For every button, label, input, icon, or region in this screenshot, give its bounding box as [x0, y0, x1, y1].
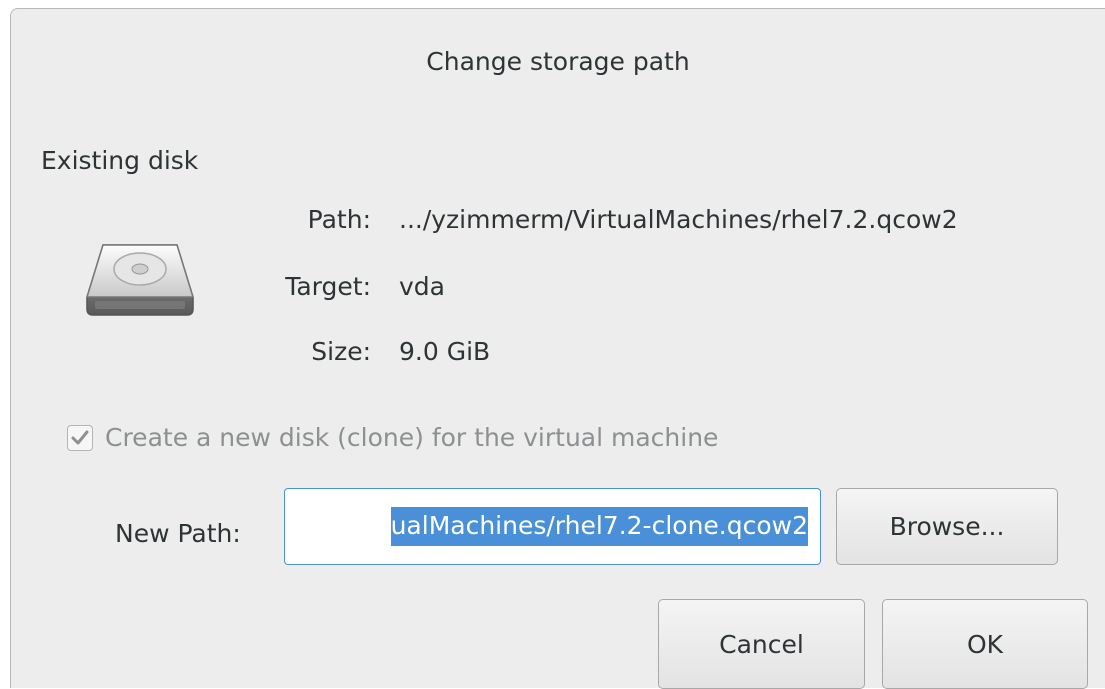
- clone-checkbox-label: Create a new disk (clone) for the virtua…: [105, 423, 719, 452]
- hard-disk-icon: [85, 244, 195, 316]
- existing-disk-heading: Existing disk: [41, 146, 199, 175]
- browse-button[interactable]: Browse...: [836, 488, 1058, 565]
- ok-button[interactable]: OK: [882, 599, 1088, 689]
- cancel-button[interactable]: Cancel: [658, 599, 865, 689]
- target-label: Target:: [285, 272, 371, 301]
- path-value: .../yzimmerm/VirtualMachines/rhel7.2.qco…: [399, 205, 958, 234]
- clone-option[interactable]: Create a new disk (clone) for the virtua…: [67, 423, 718, 452]
- path-label: Path:: [307, 205, 371, 234]
- change-storage-path-dialog: Change storage path Existing disk Path: …: [10, 8, 1105, 689]
- size-label: Size:: [311, 337, 371, 366]
- new-path-label: New Path:: [115, 519, 241, 548]
- dialog-title: Change storage path: [426, 46, 690, 76]
- size-value: 9.0 GiB: [399, 337, 491, 366]
- clone-checkbox[interactable]: [67, 424, 93, 451]
- target-value: vda: [399, 272, 445, 301]
- new-path-selected-text: ualMachines/rhel7.2-clone.qcow2: [390, 507, 808, 546]
- checkmark-icon: [71, 430, 89, 444]
- new-path-input[interactable]: ualMachines/rhel7.2-clone.qcow2: [284, 488, 821, 565]
